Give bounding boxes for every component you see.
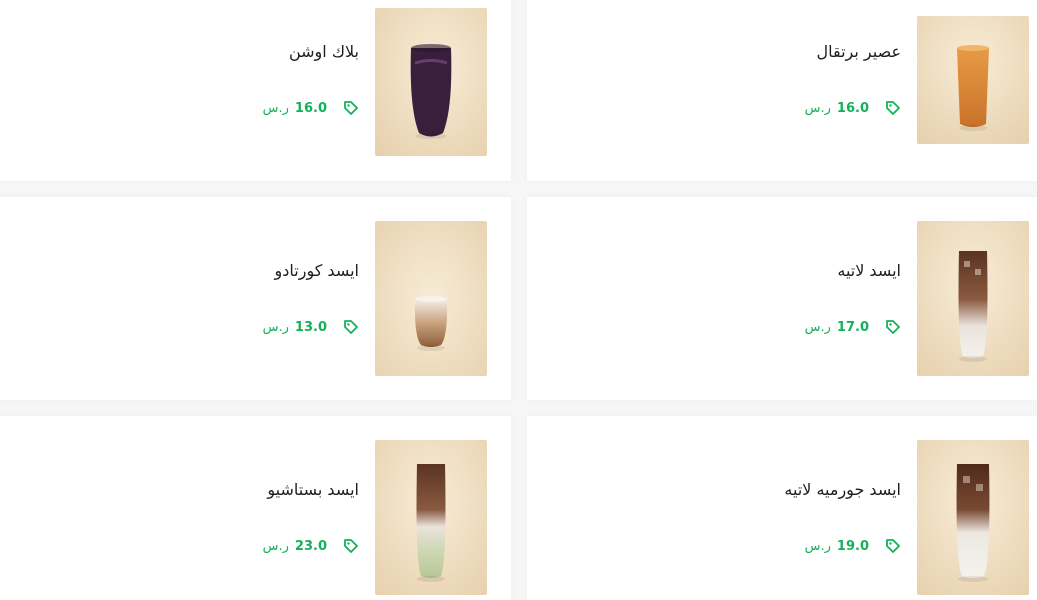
price-value: 23.0 [294,538,327,554]
menu-grid: بلاك اوشن ر.س 16.0 عصير برتقال ر.س 16.0 … [0,0,1037,600]
price-value: 13.0 [294,319,327,335]
product-name[interactable]: ايسد لاتيه [837,261,901,280]
product-name[interactable]: عصير برتقال [817,42,902,61]
product-name[interactable]: بلاك اوشن [289,42,359,61]
price-tag-icon [344,539,358,553]
product-card[interactable]: ايسد لاتيه ر.س 17.0 [527,197,1037,400]
price-tag-icon [886,101,900,115]
product-name[interactable]: ايسد بستاشيو [267,480,359,499]
price-row: ر.س 19.0 [805,538,901,554]
currency-label: ر.س [804,319,831,335]
price-row: ر.س 16.0 [805,100,901,116]
product-image[interactable] [917,440,1029,595]
price-value: 17.0 [836,319,869,335]
drink-photo-orange [917,16,1029,144]
product-image[interactable] [917,16,1029,144]
price-tag-icon [886,539,900,553]
price-value: 16.0 [836,100,869,116]
product-name[interactable]: ايسد كورتادو [275,261,359,280]
product-card[interactable]: ايسد بستاشيو ر.س 23.0 [0,416,511,600]
product-image[interactable] [917,221,1029,376]
drink-photo-latte [917,221,1029,376]
price-tag-icon [344,101,358,115]
currency-label: ر.س [804,100,831,116]
price-row: ر.س 13.0 [263,319,359,335]
price-row: ر.س 16.0 [263,100,359,116]
product-image[interactable] [375,8,487,156]
currency-label: ر.س [262,538,289,554]
product-card[interactable]: ايسد جورميه لاتيه ر.س 19.0 [527,416,1037,600]
product-image[interactable] [375,221,487,376]
drink-photo-cortado [375,221,487,376]
price-tag-icon [344,320,358,334]
drink-photo-gourmet-latte [917,440,1029,595]
drink-photo-dark-berry [375,8,487,156]
currency-label: ر.س [262,319,289,335]
drink-photo-pistachio [375,440,487,595]
price-row: ر.س 17.0 [805,319,901,335]
product-card[interactable]: عصير برتقال ر.س 16.0 [527,0,1037,181]
product-card[interactable]: بلاك اوشن ر.س 16.0 [0,0,511,181]
product-name[interactable]: ايسد جورميه لاتيه [784,480,901,499]
currency-label: ر.س [262,100,289,116]
price-tag-icon [886,320,900,334]
product-image[interactable] [375,440,487,595]
price-row: ر.س 23.0 [263,538,359,554]
product-card[interactable]: ايسد كورتادو ر.س 13.0 [0,197,511,400]
price-value: 19.0 [836,538,869,554]
currency-label: ر.س [804,538,831,554]
price-value: 16.0 [294,100,327,116]
